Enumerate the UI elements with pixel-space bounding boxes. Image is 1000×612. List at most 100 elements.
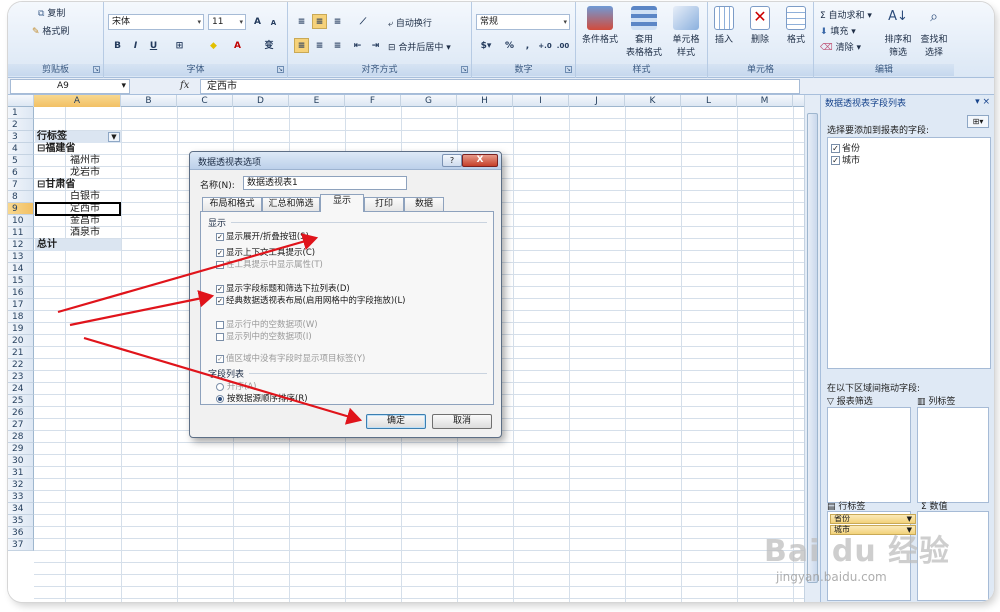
display-option[interactable]: 在工具提示中显示属性(T) [216, 258, 323, 270]
delete-button[interactable]: ✕ 删除 [742, 2, 778, 45]
function-icon[interactable]: fx [180, 79, 198, 94]
phonetic-button[interactable]: 变 [258, 38, 280, 53]
scroll-thumb[interactable] [807, 113, 818, 583]
row-header[interactable]: 21 [8, 347, 34, 359]
row-header[interactable]: 13 [8, 251, 34, 263]
conditional-format-button[interactable]: 条件格式 [578, 2, 622, 45]
number-format-select[interactable]: 常规 ▾ [476, 14, 570, 30]
row-header[interactable]: 1 [8, 107, 34, 119]
bold-button[interactable]: B [110, 38, 125, 53]
report-filter-zone[interactable] [827, 407, 911, 503]
autosum-button[interactable]: Σ 自动求和 ▾ [820, 8, 872, 21]
row-field-chip-province[interactable]: 省份 ▼ [830, 514, 916, 524]
row-header[interactable]: 7 [8, 179, 34, 191]
row-header[interactable]: 8 [8, 191, 34, 203]
wrap-text-button[interactable]: ⤶ 自动换行 [388, 16, 432, 29]
field-item-city[interactable]: ✓ 城市 [831, 153, 860, 166]
column-header-d[interactable]: D [233, 95, 289, 107]
row-header[interactable]: 33 [8, 491, 34, 503]
column-header-g[interactable]: G [401, 95, 457, 107]
cell-styles-button[interactable]: 单元格 样式 [664, 2, 708, 58]
sort-ascending-radio[interactable]: 升序(A) [216, 380, 256, 392]
row-header[interactable]: 19 [8, 323, 34, 335]
format-as-table-button[interactable]: 套用 表格格式 [622, 2, 666, 58]
dialog-launcher-icon[interactable]: ↘ [461, 66, 468, 73]
sort-filter-button[interactable]: A↓ 排序和 筛选 [880, 2, 916, 58]
clear-button[interactable]: ⌫ 清除 ▾ [820, 40, 861, 53]
row-header[interactable]: 23 [8, 371, 34, 383]
tab-display[interactable]: 显示 [320, 194, 364, 212]
row-header[interactable]: 31 [8, 467, 34, 479]
increase-indent-icon[interactable]: ⇥ [368, 38, 383, 53]
tab-layout-format[interactable]: 布局和格式 [202, 197, 262, 211]
display-option[interactable]: ✓ 经典数据透视表布局(启用网格中的字段拖放)(L) [216, 294, 406, 306]
cancel-button[interactable]: 取消 [432, 414, 492, 429]
column-header-k[interactable]: K [625, 95, 681, 107]
copy-button[interactable]: ⧉ 复制 [38, 6, 65, 19]
column-header-a[interactable]: A [34, 95, 121, 107]
dialog-titlebar[interactable]: 数据透视表选项 ? X [190, 152, 501, 170]
column-header-c[interactable]: C [177, 95, 233, 107]
decrease-indent-icon[interactable]: ⇤ [350, 38, 365, 53]
row-header[interactable]: 37 [8, 539, 34, 551]
checkbox-icon[interactable]: ✓ [216, 354, 224, 363]
align-bottom-icon[interactable]: ≡ [330, 14, 345, 29]
display-option[interactable]: ✓ 显示字段标题和筛选下拉列表(D) [216, 282, 350, 294]
border-icon[interactable]: ⊞ [172, 38, 187, 53]
column-header-b[interactable]: B [121, 95, 177, 107]
column-labels-zone[interactable] [917, 407, 989, 503]
row-header[interactable]: 12 [8, 239, 34, 251]
dialog-launcher-icon[interactable]: ↘ [565, 66, 572, 73]
checkbox-icon[interactable]: ✓ [831, 144, 840, 153]
row-header[interactable]: 10 [8, 215, 34, 227]
checkbox-icon[interactable]: ✓ [216, 232, 224, 241]
format-button[interactable]: 格式 [778, 2, 814, 45]
align-center-icon[interactable]: ≡ [312, 38, 327, 53]
row-header[interactable]: 3 [8, 131, 34, 143]
column-header-m[interactable]: M [737, 95, 793, 107]
column-header-i[interactable]: I [513, 95, 569, 107]
merge-center-button[interactable]: ⊟ 合并后居中 ▾ [388, 40, 451, 53]
ok-button[interactable]: 确定 [366, 414, 426, 429]
align-left-icon[interactable]: ≡ [294, 38, 309, 53]
row-header[interactable]: 11 [8, 227, 34, 239]
column-header-j[interactable]: J [569, 95, 625, 107]
row-header[interactable]: 18 [8, 311, 34, 323]
row-header[interactable]: 20 [8, 335, 34, 347]
row-label-filter-dropdown[interactable]: ▼ [108, 132, 120, 142]
decrease-decimal-button[interactable]: .00 [554, 38, 572, 53]
italic-button[interactable]: I [128, 38, 143, 53]
row-header[interactable]: 29 [8, 443, 34, 455]
column-header-f[interactable]: F [345, 95, 401, 107]
help-button[interactable]: ? [442, 154, 462, 167]
close-button[interactable]: X [462, 154, 498, 167]
checkbox-icon[interactable]: ✓ [216, 284, 224, 293]
column-header-e[interactable]: E [289, 95, 345, 107]
row-header[interactable]: 36 [8, 527, 34, 539]
pivot-city-item[interactable]: 福州市 [70, 155, 100, 167]
align-middle-icon[interactable]: ≡ [312, 14, 327, 29]
row-header[interactable]: 15 [8, 275, 34, 287]
orientation-icon[interactable]: ⟋ [352, 14, 374, 29]
row-header[interactable]: 32 [8, 479, 34, 491]
row-header[interactable]: 2 [8, 119, 34, 131]
row-header[interactable]: 34 [8, 503, 34, 515]
checkbox-icon[interactable]: ✓ [216, 296, 224, 305]
checkbox-icon[interactable]: ✓ [831, 156, 840, 165]
formula-input[interactable]: 定西市 [200, 79, 800, 94]
fill-button[interactable]: ⬇ 填充 ▾ [820, 24, 856, 37]
font-color-button[interactable]: A [230, 38, 245, 53]
checkbox-icon[interactable] [216, 332, 224, 341]
checkbox-icon[interactable] [216, 320, 224, 329]
align-right-icon[interactable]: ≡ [330, 38, 345, 53]
pivot-city-item[interactable]: 龙岩市 [70, 167, 100, 179]
underline-button[interactable]: U [146, 38, 161, 53]
currency-icon[interactable]: $▾ [476, 38, 496, 53]
row-header[interactable]: 27 [8, 419, 34, 431]
shrink-font-button[interactable]: A [266, 15, 281, 30]
row-header[interactable]: 35 [8, 515, 34, 527]
row-header[interactable]: 22 [8, 359, 34, 371]
row-header[interactable]: 24 [8, 383, 34, 395]
row-header[interactable]: 17 [8, 299, 34, 311]
display-option[interactable]: 显示列中的空数据项(I) [216, 330, 312, 342]
